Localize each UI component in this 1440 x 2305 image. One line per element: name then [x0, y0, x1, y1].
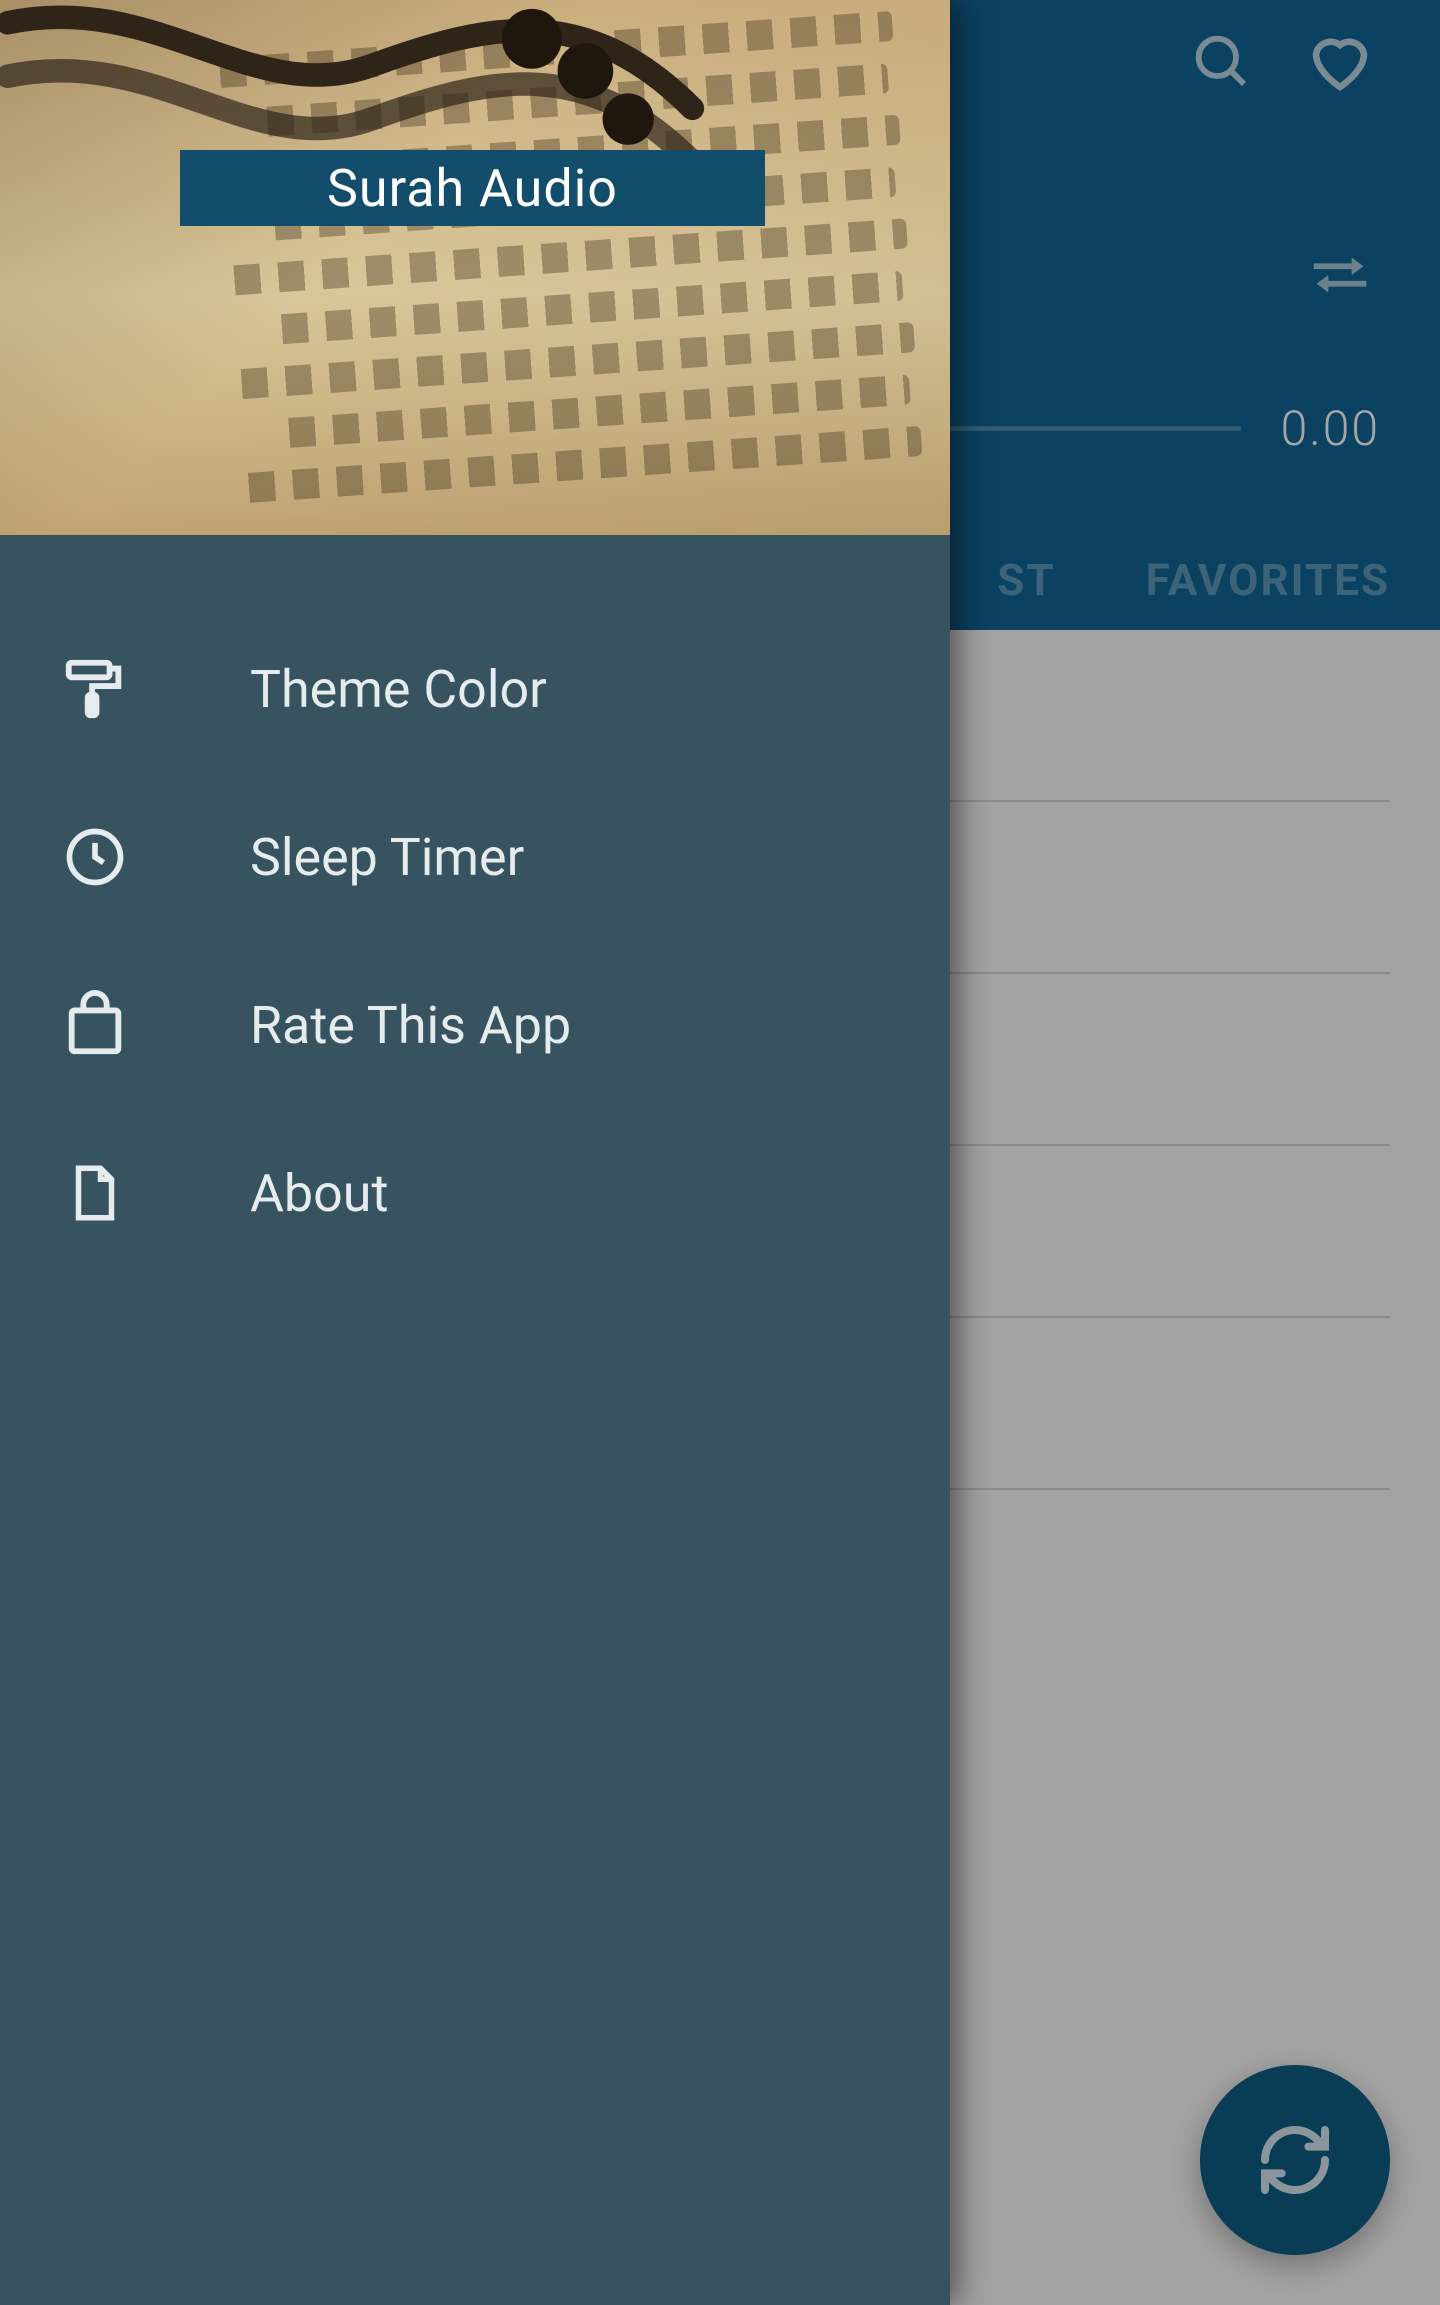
- menu-label: Theme Color: [250, 659, 547, 720]
- menu-label: Rate This App: [250, 995, 571, 1056]
- drawer-title: Surah Audio: [180, 150, 765, 226]
- menu-label: About: [250, 1163, 388, 1224]
- menu-label: Sleep Timer: [250, 827, 524, 888]
- menu-theme-color[interactable]: Theme Color: [0, 605, 950, 773]
- drawer-menu: Theme Color Sleep Timer Rate This App: [0, 535, 950, 1277]
- shopping-bag-icon: [60, 990, 130, 1060]
- paint-roller-icon: [60, 654, 130, 724]
- menu-rate-app[interactable]: Rate This App: [0, 941, 950, 1109]
- menu-sleep-timer[interactable]: Sleep Timer: [0, 773, 950, 941]
- file-icon: [60, 1158, 130, 1228]
- drawer-header: Surah Audio: [0, 0, 950, 535]
- clock-icon: [60, 822, 130, 892]
- nav-drawer: Surah Audio Theme Color Sleep Timer: [0, 0, 950, 2305]
- menu-about[interactable]: About: [0, 1109, 950, 1277]
